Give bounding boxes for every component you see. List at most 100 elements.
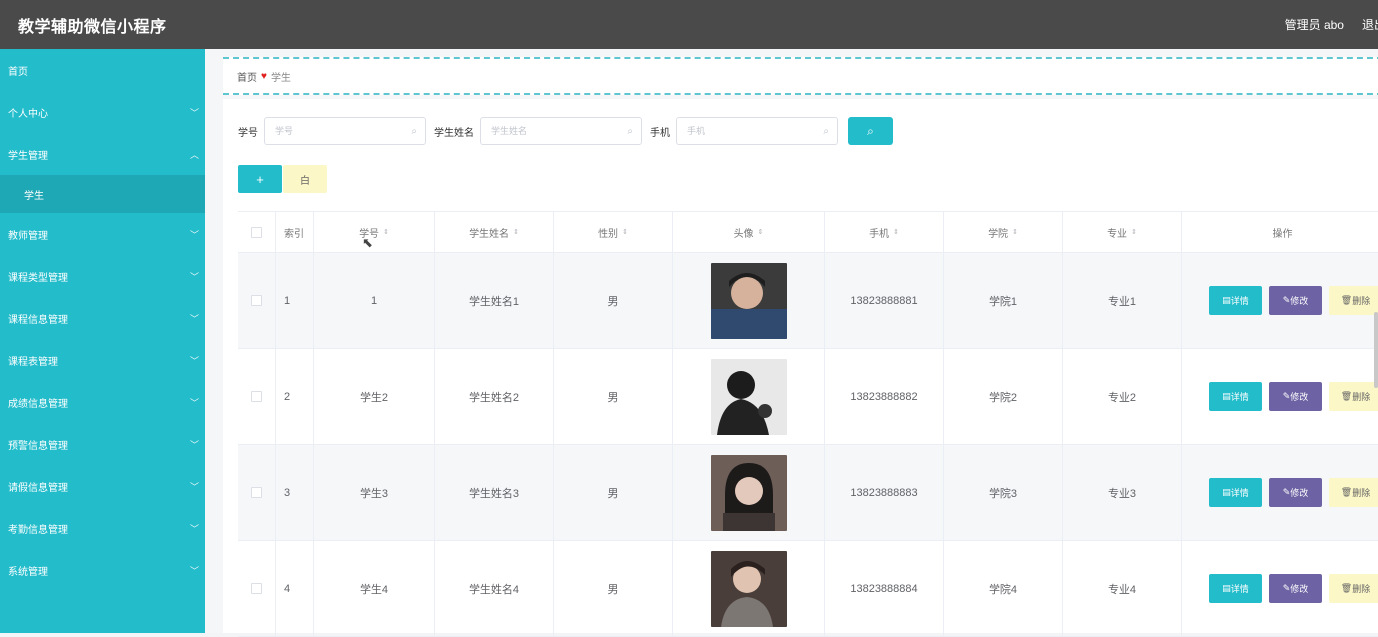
header-name[interactable]: 学生姓名 ⇕ [435,212,554,252]
add-button[interactable]: + [238,165,282,193]
avatar[interactable] [710,358,787,435]
batch-delete-button[interactable]: 白 [283,165,327,193]
sidebar-item-students[interactable]: 学生管理 ︿ [0,133,205,175]
sidebar-item-attendance[interactable]: 考勤信息管理 ﹀ [0,507,205,549]
select-all-checkbox[interactable] [251,226,262,238]
pencil-icon: ✎ [1282,295,1291,305]
cell-index: 1 [276,253,314,348]
chevron-down-icon: ﹀ [189,481,199,492]
search-button[interactable]: ⌕ [848,117,893,145]
cell-major: 专业4 [1063,541,1182,636]
cell-gender: 男 [554,253,673,348]
sidebar-item-label: 课程类型管理 [8,272,68,284]
pencil-icon: ✎ [1282,583,1291,593]
scrollbar[interactable] [1374,312,1378,388]
header-major[interactable]: 专业 ⇕ [1063,212,1182,252]
avatar[interactable] [710,454,787,531]
row-checkbox[interactable] [251,295,262,306]
sidebar-item-teachers[interactable]: 教师管理 ﹀ [0,213,205,255]
trash-icon: 🗑︎ [1340,391,1353,401]
row-checkbox-cell [238,541,276,636]
table-row: 2 学生2 学生姓名2 男 13823888882 学院2 专业2 ▤ 详情 ✎… [238,349,1378,445]
cell-gender: 男 [554,445,673,540]
detail-button[interactable]: ▤ 详情 [1209,382,1262,411]
search-input-phone[interactable] [685,125,799,137]
cell-college: 学院2 [944,349,1063,444]
table-header: 索引 学号 ⇕ 学生姓名 ⇕ 性别 ⇕ 头像 ⇕ 手机 ⇕ 学院 ⇕ 专业 ⇕ 操作 [238,212,1378,253]
delete-button[interactable]: 🗑︎ 删除 [1329,286,1378,315]
detail-button[interactable]: ▤ 详情 [1209,574,1262,603]
row-checkbox[interactable] [251,391,262,402]
header-label: 操作 [1272,228,1293,240]
file-icon: ▤ [1222,487,1231,497]
action-buttons: + 白 [238,165,327,193]
sidebar-item-system[interactable]: 系统管理 ﹀ [0,549,205,591]
edit-label: 修改 [1290,296,1309,306]
cell-name: 学生姓名3 [435,445,554,540]
sort-icon[interactable]: ⇕ [383,228,389,236]
row-checkbox-cell [238,349,276,444]
chevron-up-icon: ︿ [189,149,199,160]
sidebar-item-warnings[interactable]: 预警信息管理 ﹀ [0,423,205,465]
detail-button[interactable]: ▤ 详情 [1209,286,1262,315]
edit-button[interactable]: ✎ 修改 [1269,382,1322,411]
sort-icon[interactable]: ⇕ [758,228,764,236]
detail-button[interactable]: ▤ 详情 [1209,478,1262,507]
search-input-name[interactable] [489,125,603,137]
header-gender[interactable]: 性别 ⇕ [554,212,673,252]
sidebar-item-label: 成绩信息管理 [8,398,68,410]
delete-button[interactable]: 🗑︎ 删除 [1329,478,1378,507]
sidebar-item-grades[interactable]: 成绩信息管理 ﹀ [0,381,205,423]
sidebar-item-label: 教师管理 [8,230,48,242]
cell-major: 专业3 [1063,445,1182,540]
cell-avatar [673,541,825,636]
avatar[interactable] [710,262,787,339]
header-label: 专业 [1107,228,1128,240]
cell-college: 学院4 [944,541,1063,636]
sidebar-item-schedule[interactable]: 课程表管理 ﹀ [0,339,205,381]
cell-name: 学生姓名1 [435,253,554,348]
content-panel: 学号 ⌕ 学生姓名 ⌕ 手机 ⌕ ⌕ + 白 [223,99,1378,637]
row-checkbox[interactable] [251,583,262,594]
sidebar: 首页 个人中心 ﹀ 学生管理 ︿ 学生 教师管理 ﹀ 课程类型管理 ﹀ 课程信息… [0,49,205,633]
cell-actions: ▤ 详情 ✎ 修改 🗑︎ 删除 [1182,541,1378,636]
header-id[interactable]: 学号 ⇕ [314,212,435,252]
header-phone[interactable]: 手机 ⇕ [825,212,944,252]
heart-icon: ♥ [261,70,267,82]
header-avatar[interactable]: 头像 ⇕ [673,212,825,252]
header-college[interactable]: 学院 ⇕ [944,212,1063,252]
edit-button[interactable]: ✎ 修改 [1269,286,1322,315]
sidebar-item-label: 请假信息管理 [8,482,68,494]
delete-button[interactable]: 🗑︎ 删除 [1329,382,1378,411]
sort-icon[interactable]: ⇕ [1131,228,1137,236]
sidebar-item-course-info[interactable]: 课程信息管理 ﹀ [0,297,205,339]
cell-avatar [673,253,825,348]
sidebar-item-course-types[interactable]: 课程类型管理 ﹀ [0,255,205,297]
edit-label: 修改 [1290,584,1309,594]
cell-actions: ▤ 详情 ✎ 修改 🗑︎ 删除 [1182,253,1378,348]
mouse-cursor-icon: ⬉ [362,235,373,250]
sidebar-item-leave[interactable]: 请假信息管理 ﹀ [0,465,205,507]
logout-link[interactable]: 退出 [1362,16,1378,33]
chevron-down-icon: ﹀ [189,397,199,408]
delete-label: 删除 [1352,392,1371,402]
sidebar-item-home[interactable]: 首页 [0,49,205,91]
table-row: 4 学生4 学生姓名4 男 13823888884 学院4 专业4 ▤ 详情 ✎… [238,541,1378,637]
sidebar-item-profile[interactable]: 个人中心 ﹀ [0,91,205,133]
sidebar-subitem-student[interactable]: 学生 [0,175,205,213]
sort-icon[interactable]: ⇕ [893,228,899,236]
cell-college: 学院1 [944,253,1063,348]
sidebar-item-label: 预警信息管理 [8,440,68,452]
search-input-id[interactable] [273,125,387,137]
edit-button[interactable]: ✎ 修改 [1269,478,1322,507]
sort-icon[interactable]: ⇕ [513,228,519,236]
avatar[interactable] [710,550,787,627]
edit-button[interactable]: ✎ 修改 [1269,574,1322,603]
breadcrumb-current: 学生 [270,72,291,84]
delete-button[interactable]: 🗑︎ 删除 [1329,574,1378,603]
breadcrumb-home[interactable]: 首页 [237,69,257,84]
row-checkbox[interactable] [251,487,262,498]
sort-icon[interactable]: ⇕ [622,228,628,236]
sort-icon[interactable]: ⇕ [1012,228,1018,236]
row-checkbox-cell [238,445,276,540]
